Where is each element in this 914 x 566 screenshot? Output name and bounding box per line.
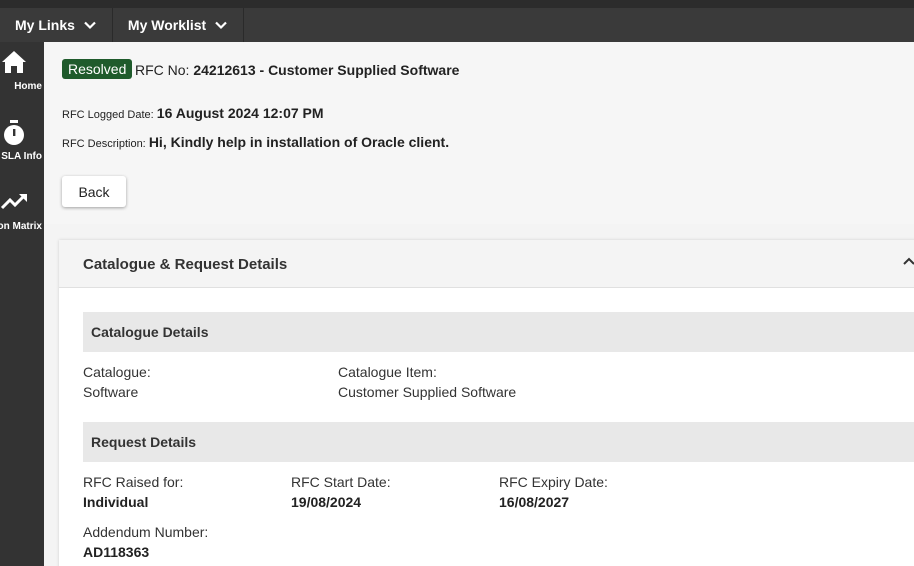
chevron-up-icon[interactable] xyxy=(901,254,914,270)
catalogue-item-value: Customer Supplied Software xyxy=(338,384,517,400)
rfc-expiry-date-label: RFC Expiry Date: xyxy=(499,474,608,490)
chevron-down-icon xyxy=(84,21,96,30)
sidebar-item-escalation-matrix[interactable]: Escalation Matrix xyxy=(0,182,44,252)
rfc-raised-for-value: Individual xyxy=(83,494,149,510)
addendum-number-label: Addendum Number: xyxy=(83,524,209,540)
catalogue-item-label: Catalogue Item: xyxy=(338,364,437,380)
rfc-description-value: Hi, Kindly help in installation of Oracl… xyxy=(148,134,450,150)
main-content: Resolved RFC No: 24212613 - Customer Sup… xyxy=(44,42,914,566)
addendum-number-value: AD118363 xyxy=(83,544,150,560)
my-worklist-label: My Worklist xyxy=(127,17,207,33)
trending-up-icon xyxy=(0,194,27,210)
chevron-down-icon xyxy=(215,21,227,30)
rfc-logged-date-label: RFC Logged Date: xyxy=(62,109,154,121)
status-badge: Resolved xyxy=(62,59,133,79)
panel-title: Catalogue & Request Details xyxy=(83,256,288,273)
sidebar: Home SLA Info Escalation Matrix xyxy=(0,42,44,566)
rfc-logged-date-value: 16 August 2024 12:07 PM xyxy=(156,105,324,121)
sidebar-item-home[interactable]: Home xyxy=(0,42,44,112)
catalogue-label: Catalogue: xyxy=(83,364,151,380)
rfc-start-date-label: RFC Start Date: xyxy=(291,474,391,490)
catalogue-value: Software xyxy=(83,384,139,400)
rfc-number-value: 24212613 - Customer Supplied Software xyxy=(193,62,460,78)
panel-header[interactable]: Catalogue & Request Details xyxy=(59,240,914,288)
sidebar-item-label: Home xyxy=(14,81,42,92)
rfc-start-date-value: 19/08/2024 xyxy=(291,494,362,510)
rfc-description: RFC Description: Hi, Kindly help in inst… xyxy=(62,134,449,150)
home-icon xyxy=(2,51,26,73)
rfc-raised-for-label: RFC Raised for: xyxy=(83,474,184,490)
rfc-description-label: RFC Description: xyxy=(62,138,146,150)
request-details-title: Request Details xyxy=(91,434,197,450)
my-links-label: My Links xyxy=(15,17,75,33)
top-navigation-bar: My Links My Worklist xyxy=(0,8,914,42)
sidebar-item-label: Escalation Matrix xyxy=(0,221,42,232)
stopwatch-icon xyxy=(4,120,24,145)
catalogue-details-header: Catalogue Details xyxy=(83,312,914,352)
sidebar-item-label: SLA Info xyxy=(1,151,42,162)
rfc-expiry-date-value: 16/08/2027 xyxy=(499,494,570,510)
my-links-menu[interactable]: My Links xyxy=(0,8,113,42)
catalogue-request-panel: Catalogue & Request Details Catalogue De… xyxy=(59,240,914,566)
catalogue-details-title: Catalogue Details xyxy=(91,324,209,340)
rfc-title: RFC No: 24212613 - Customer Supplied Sof… xyxy=(135,62,459,78)
sidebar-item-sla-info[interactable]: SLA Info xyxy=(0,112,44,182)
my-worklist-menu[interactable]: My Worklist xyxy=(113,8,245,42)
top-strip xyxy=(0,0,914,8)
rfc-logged-date: RFC Logged Date: 16 August 2024 12:07 PM xyxy=(62,105,324,121)
rfc-header: Resolved RFC No: 24212613 - Customer Sup… xyxy=(44,42,914,224)
back-button[interactable]: Back xyxy=(62,176,126,207)
rfc-number-label: RFC No: xyxy=(135,62,190,78)
request-details-header: Request Details xyxy=(83,422,914,462)
